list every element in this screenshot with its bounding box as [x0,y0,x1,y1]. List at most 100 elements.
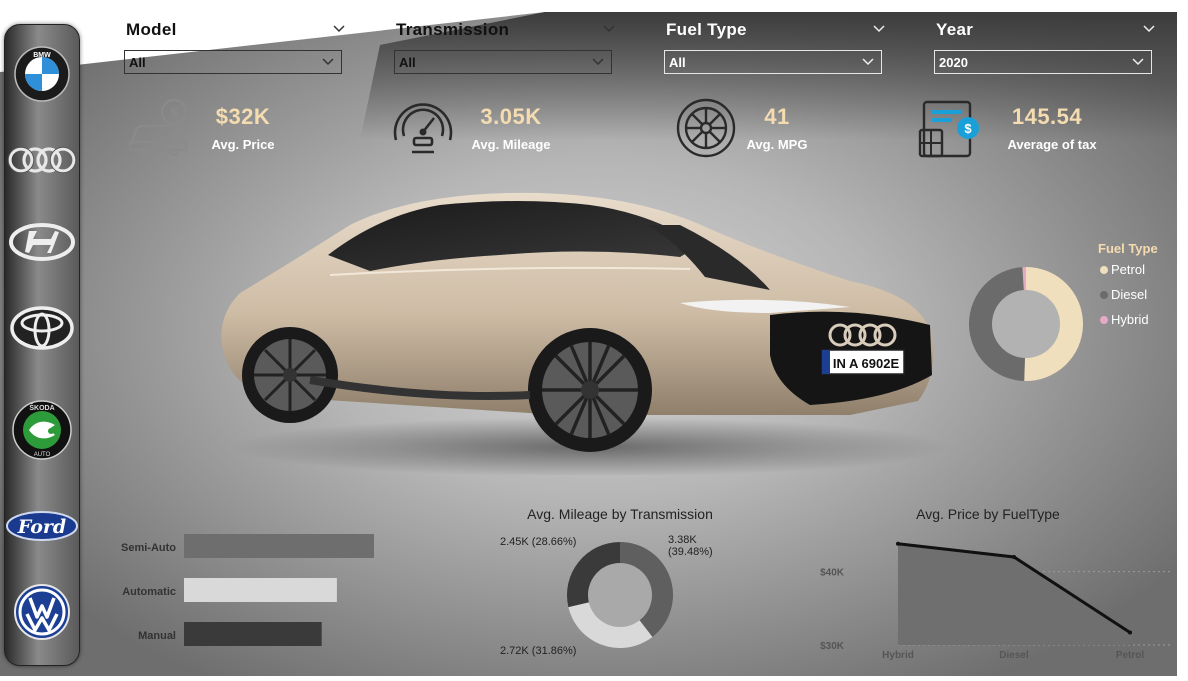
dropdown-arrow-icon [862,58,874,66]
right-margin [1177,0,1188,681]
kpi-avg-mpg-label: Avg. MPG [746,137,808,152]
brand-bmw[interactable]: BMW [5,43,79,105]
fuel-type-donut-chart [969,267,1084,381]
mileage-by-transmission-chart: Avg. Mileage by Transmission 3.38K (39.48… [500,506,713,657]
year-dropdown-value: 2020 [939,55,968,70]
mileage-chart-title: Avg. Mileage by Transmission [527,506,713,522]
bmw-logo-icon: BMW [14,46,70,102]
ford-logo-text: Ford [17,516,66,538]
price-point-petrol[interactable] [1128,630,1132,635]
brand-sidebar: BMW ŠKODA AUTO Ford [4,24,80,666]
svg-text:$: $ [170,105,178,120]
bar-label-manual: Manual [138,630,176,642]
chevron-down-icon[interactable] [872,22,886,36]
bar-manual[interactable] [184,622,322,646]
filter-year: Year 2020 [934,18,1156,78]
skoda-logo-icon: ŠKODA AUTO [12,400,72,460]
bottom-margin [0,676,1188,681]
chevron-down-icon[interactable] [332,22,346,36]
hybrid-dot-icon [1100,316,1108,324]
price-chart-title: Avg. Price by FuelType [916,506,1060,522]
bar-automatic[interactable] [184,578,337,602]
toyota-logo-icon [10,306,74,350]
year-dropdown[interactable]: 2020 [934,50,1152,74]
price-by-fueltype-chart: Avg. Price by FuelType $30K $40K Hybrid Die… [820,506,1170,661]
fuel-type-dropdown-value: All [669,55,686,70]
transmission-dropdown[interactable]: All [394,50,612,74]
chevron-down-icon[interactable] [602,22,616,36]
filter-model-label: Model [126,20,177,39]
diesel-dot-icon [1100,291,1108,299]
brand-skoda[interactable]: ŠKODA AUTO [5,399,79,461]
dropdown-arrow-icon [1132,58,1144,66]
skoda-logo-text: ŠKODA [29,403,54,412]
kpi-average-tax-value: 145.54 [1011,104,1083,129]
kpi-avg-price-value: $32K [215,104,271,129]
chevron-down-icon[interactable] [1142,22,1156,36]
bar-semi-auto[interactable] [184,534,374,558]
rear-wheel [242,327,338,423]
mileage-label-manual: 2.45K (28.66%) [500,536,576,548]
svg-text:$: $ [964,121,972,136]
transmission-dropdown-value: All [399,55,416,70]
filter-model: Model All [124,18,346,78]
legend-label-hybrid: Hybrid [1111,312,1149,327]
filter-transmission: Transmission All [394,18,616,78]
filter-year-label: Year [936,20,974,39]
x-tick-label-diesel: Diesel [999,650,1029,661]
front-wheel [528,328,652,452]
kpi-avg-mileage-label: Avg. Mileage [471,137,551,152]
kpi-avg-mileage-value: 3.05K [480,104,542,129]
kpi-avg-mileage: 3.05K Avg. Mileage [388,96,588,160]
kpi-avg-mpg-value: 41 [764,104,790,129]
legend-item-hybrid[interactable]: Hybrid [1098,312,1178,337]
fuel-type-dropdown[interactable]: All [664,50,882,74]
filter-fuel-type: Fuel Type All [664,18,886,78]
brand-volkswagen[interactable] [5,581,79,643]
price-point-hybrid[interactable] [896,541,900,546]
mileage-label-semi-auto: 3.38K (39.48%) [668,534,713,558]
kpi-avg-price: $ $32K Avg. Price [128,96,328,160]
model-dropdown[interactable]: All [124,50,342,74]
brand-audi[interactable] [5,129,79,191]
bar-label-automatic: Automatic [122,586,176,598]
kpi-avg-mpg: 41 Avg. MPG [674,96,854,160]
kpi-average-tax-label: Average of tax [1007,137,1097,152]
x-tick-label-hybrid: Hybrid [882,650,914,661]
ford-logo-icon: Ford [6,511,78,541]
x-tick-label-petrol: Petrol [1116,650,1145,661]
audi-logo-icon [7,146,77,174]
y-tick-label: $30K [820,641,845,652]
petrol-dot-icon [1100,266,1108,274]
filter-transmission-label: Transmission [396,20,510,39]
kpi-average-tax: $ 145.54 Average of tax [918,96,1118,160]
dashboard-background: BMW ŠKODA AUTO Ford Model All Transmissi… [0,0,1188,681]
filter-fuel-type-label: Fuel Type [666,20,747,39]
license-plate: IN A 6902E [833,356,900,371]
legend-item-petrol[interactable]: Petrol [1098,262,1178,287]
legend-item-diesel[interactable]: Diesel [1098,287,1178,312]
model-dropdown-value: All [129,55,146,70]
legend-label-diesel: Diesel [1111,287,1148,302]
car-image: IN A 6902E [221,192,950,475]
brand-ford[interactable]: Ford [5,495,79,557]
hyundai-logo-icon [9,223,75,261]
y-tick-label: $40K [820,568,845,579]
kpi-avg-price-label: Avg. Price [211,137,275,152]
price-point-diesel[interactable] [1012,555,1016,559]
skoda-logo-subtext: AUTO [34,452,51,458]
mileage-label-automatic: 2.72K (31.86%) [500,645,576,657]
brand-toyota[interactable] [5,297,79,359]
bar-label-semi-auto: Semi-Auto [121,542,176,554]
legend-label-petrol: Petrol [1111,262,1145,277]
tax-calculator-icon: $ [918,100,979,158]
bmw-logo-text: BMW [33,52,51,59]
fuel-type-legend-title: Fuel Type [1098,241,1158,256]
dropdown-arrow-icon [322,58,334,66]
dropdown-arrow-icon [592,58,604,66]
fuel-type-legend: Fuel Type Petrol Diesel Hybrid [1098,241,1178,337]
vw-logo-icon [14,584,70,640]
transmission-bar-chart: Semi-Auto Automatic Manual [121,534,374,646]
brand-hyundai[interactable] [5,211,79,273]
speedometer-icon [393,103,453,154]
